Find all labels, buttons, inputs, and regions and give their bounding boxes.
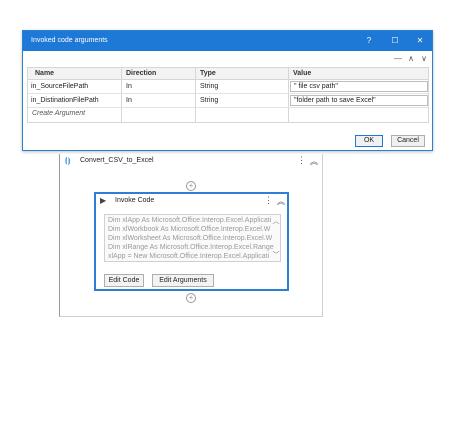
column-header-value[interactable]: Value: [293, 68, 311, 80]
edit-arguments-button[interactable]: Edit Arguments: [152, 274, 214, 287]
column-header-direction[interactable]: Direction: [126, 68, 156, 80]
ok-button[interactable]: OK: [355, 135, 383, 147]
argument-toolbar: — ∧ ∨: [29, 53, 427, 65]
code-line: xlApp = New Microsoft.Office.Interop.Exc…: [108, 253, 270, 260]
sequence-icon: ⦗⦘: [65, 156, 71, 165]
scroll-up-icon[interactable]: ︿: [272, 216, 280, 226]
activity-header: ▶ Invoke Code ⋮ ︽: [96, 194, 287, 208]
grid-header: Name Direction Type Value: [28, 68, 428, 80]
more-options-icon[interactable]: ⋮: [264, 195, 273, 206]
play-icon: ▶: [100, 196, 107, 205]
help-icon[interactable]: ?: [363, 35, 375, 47]
move-down-icon[interactable]: ∨: [419, 54, 429, 64]
sequence-title: Convert_CSV_to_Excel: [80, 157, 154, 164]
invoked-code-arguments-dialog: Invoked code arguments ? ☐ ✕ — ∧ ∨ Name …: [22, 30, 433, 151]
argument-direction[interactable]: In: [126, 95, 132, 107]
collapse-icon[interactable]: ︽: [310, 156, 318, 167]
add-activity-icon[interactable]: +: [186, 293, 196, 303]
argument-name[interactable]: in_DistinationFilePath: [31, 95, 99, 107]
arguments-grid: Name Direction Type Value in_SourceFileP…: [27, 67, 429, 123]
argument-type[interactable]: String: [200, 81, 218, 93]
add-activity-icon[interactable]: +: [186, 181, 196, 191]
column-header-type[interactable]: Type: [200, 68, 216, 80]
code-line: Dim xlWorksheet As Microsoft.Office.Inte…: [108, 235, 273, 242]
argument-type[interactable]: String: [200, 95, 218, 107]
argument-value-field[interactable]: "folder path to save Excel": [290, 95, 428, 106]
invoke-code-activity[interactable]: ▶ Invoke Code ⋮ ︽ Dim xlApp As Microsoft…: [94, 192, 289, 291]
code-line: Dim xlWorkbook As Microsoft.Office.Inter…: [108, 226, 271, 233]
code-line: Dim xlRange As Microsoft.Office.Interop.…: [108, 244, 274, 251]
create-argument-link[interactable]: Create Argument: [32, 110, 85, 117]
cancel-button[interactable]: Cancel: [391, 135, 425, 147]
scroll-down-icon[interactable]: ﹀: [272, 250, 280, 260]
sequence-header[interactable]: ⦗⦘ Convert_CSV_to_Excel ⋮ ︽: [60, 154, 322, 168]
code-preview[interactable]: Dim xlApp As Microsoft.Office.Interop.Ex…: [104, 214, 281, 262]
maximize-icon[interactable]: ☐: [389, 35, 401, 47]
collapse-icon[interactable]: ︽: [277, 196, 285, 207]
move-up-icon[interactable]: ∧: [406, 54, 416, 64]
argument-direction[interactable]: In: [126, 81, 132, 93]
table-row[interactable]: in_SourceFilePath In String " file csv p…: [28, 80, 428, 94]
table-row[interactable]: in_DistinationFilePath In String "folder…: [28, 94, 428, 108]
edit-code-button[interactable]: Edit Code: [104, 274, 144, 287]
sequence-container: ⦗⦘ Convert_CSV_to_Excel ⋮ ︽ + ▶ Invoke C…: [59, 154, 323, 317]
dialog-titlebar: Invoked code arguments ? ☐ ✕: [23, 31, 432, 51]
dialog-title: Invoked code arguments: [31, 37, 108, 44]
activity-title: Invoke Code: [115, 197, 155, 204]
column-header-name[interactable]: Name: [35, 68, 54, 80]
argument-name[interactable]: in_SourceFilePath: [31, 81, 88, 93]
close-icon[interactable]: ✕: [414, 35, 426, 47]
remove-argument-icon[interactable]: —: [393, 54, 403, 64]
argument-value-field[interactable]: " file csv path": [290, 81, 428, 92]
code-line: Dim xlApp As Microsoft.Office.Interop.Ex…: [108, 217, 272, 224]
scrollbar[interactable]: ︿ ﹀: [272, 215, 280, 261]
more-options-icon[interactable]: ⋮: [297, 155, 306, 166]
